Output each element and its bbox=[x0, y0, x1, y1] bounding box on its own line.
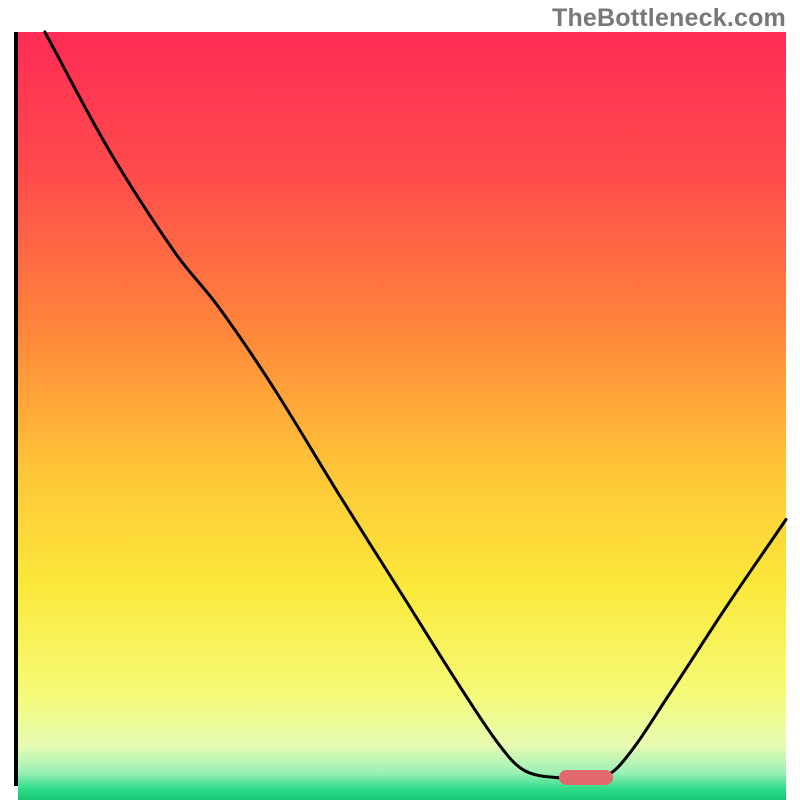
watermark-text: TheBottleneck.com bbox=[552, 4, 786, 33]
optimal-marker bbox=[559, 770, 613, 785]
bottleneck-curve bbox=[18, 32, 786, 782]
chart-frame: TheBottleneck.com bbox=[0, 0, 800, 800]
plot-area bbox=[14, 32, 786, 786]
